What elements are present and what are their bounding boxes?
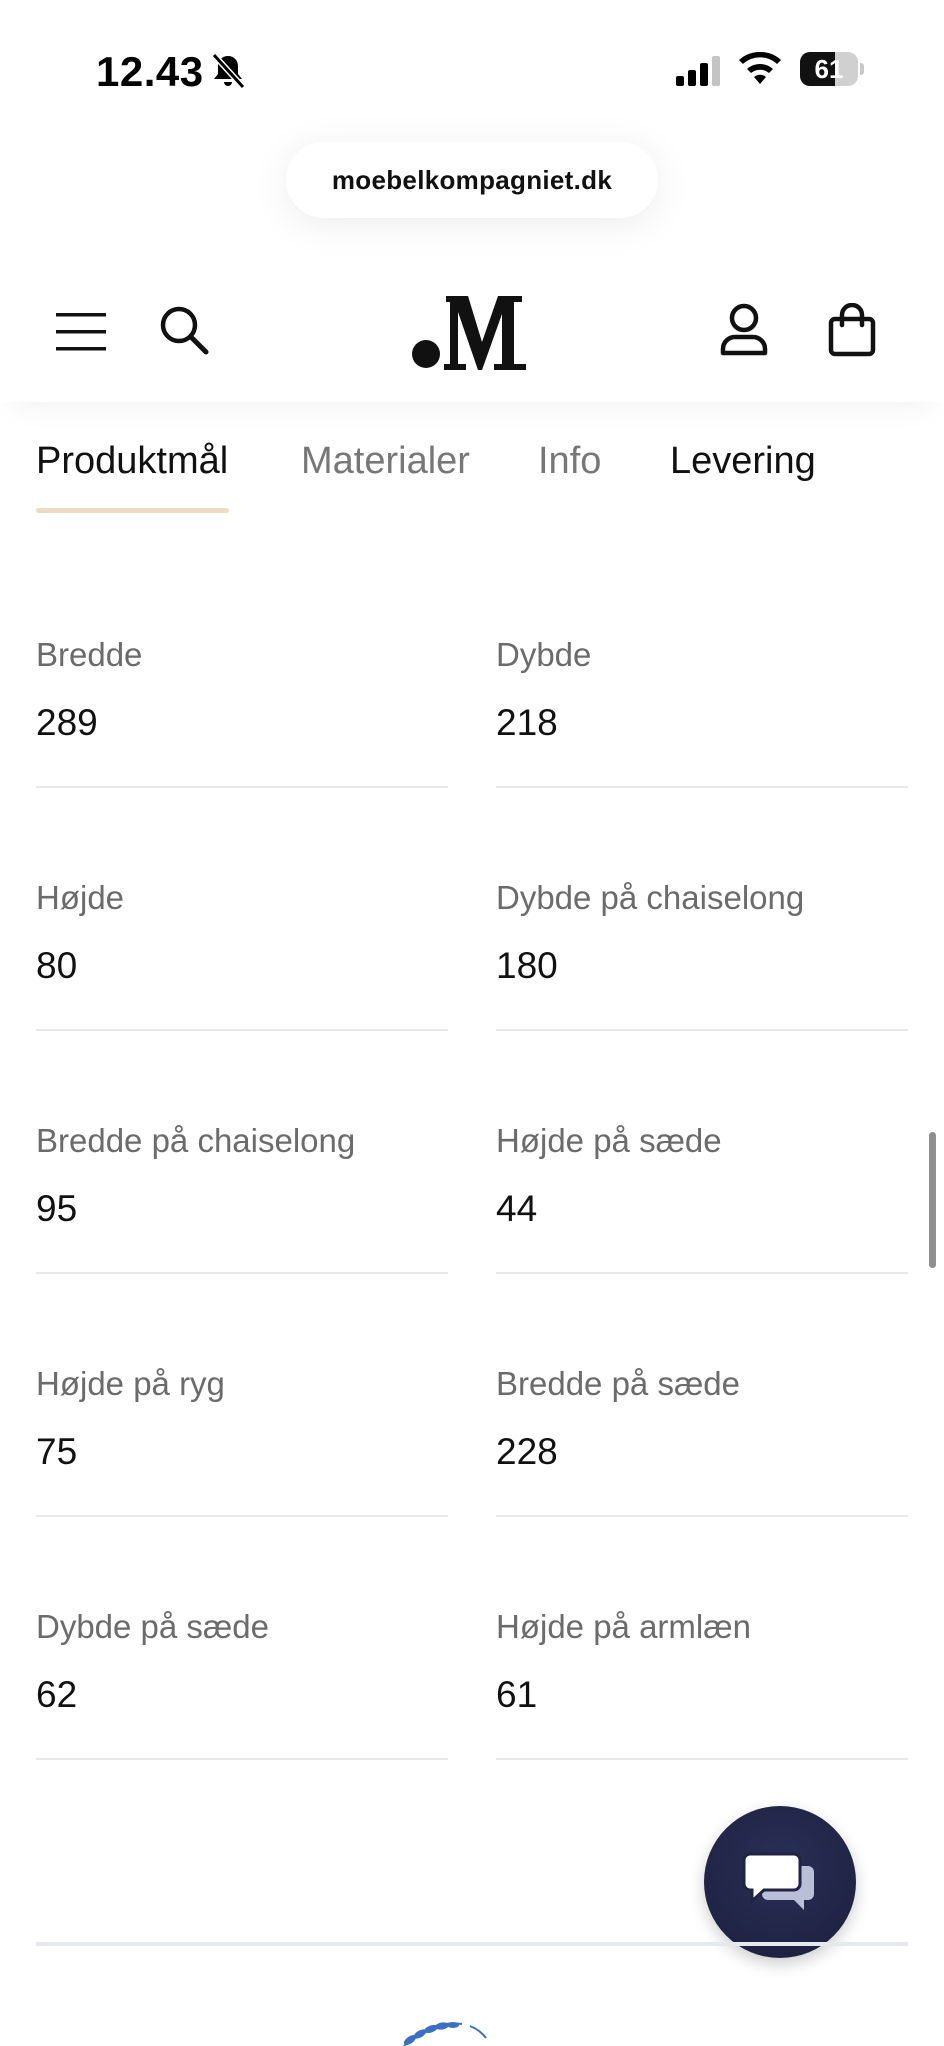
spec-label: Højde på ryg xyxy=(36,1365,225,1402)
chat-bubbles-icon xyxy=(742,1852,814,1910)
spec-value: 62 xyxy=(36,1674,78,1715)
spec-item: Dybde 218 xyxy=(496,620,908,788)
spec-item: Højde på ryg 75 xyxy=(36,1349,448,1517)
address-bar[interactable]: moebelkompagniet.dk xyxy=(286,142,658,218)
spec-value: 180 xyxy=(496,945,558,986)
spec-item: Højde på armlæn 61 xyxy=(496,1592,908,1760)
spec-value: 218 xyxy=(496,702,558,743)
spec-value: 289 xyxy=(36,702,98,743)
status-time: 12.43 xyxy=(96,48,204,95)
spec-value: 228 xyxy=(496,1431,558,1472)
spec-item: Dybde på sæde 62 xyxy=(36,1592,448,1760)
cart-button[interactable] xyxy=(820,298,884,362)
spec-label: Bredde xyxy=(36,636,143,673)
spec-value: 61 xyxy=(496,1674,538,1715)
account-icon xyxy=(720,303,768,356)
spec-row: Højde på ryg 75 Bredde på sæde 228 xyxy=(36,1349,908,1592)
tab-info[interactable]: Info xyxy=(538,440,601,483)
tab-materialer[interactable]: Materialer xyxy=(301,440,470,483)
spec-row: Dybde på sæde 62 Højde på armlæn 61 xyxy=(36,1592,908,1835)
section-divider xyxy=(36,1942,908,1946)
bell-muted-icon xyxy=(211,52,246,90)
site-header xyxy=(0,262,944,402)
spec-value: 80 xyxy=(36,945,78,986)
wifi-icon xyxy=(739,51,781,84)
laurel-badge-icon xyxy=(403,2022,487,2046)
spec-label: Højde xyxy=(36,879,125,916)
search-button[interactable] xyxy=(152,298,216,362)
active-tab-indicator xyxy=(36,508,229,513)
spec-item: Dybde på chaiselong 180 xyxy=(496,863,908,1031)
spec-label: Højde på sæde xyxy=(496,1122,722,1159)
spec-row: Bredde 289 Dybde 218 xyxy=(36,620,908,863)
spec-row: Højde 80 Dybde på chaiselong 180 xyxy=(36,863,908,1106)
logo[interactable] xyxy=(410,284,534,374)
tab-levering[interactable]: Levering xyxy=(670,440,816,483)
spec-item: Højde på sæde 44 xyxy=(496,1106,908,1274)
spec-label: Dybde på sæde xyxy=(36,1608,269,1645)
spec-label: Højde på armlæn xyxy=(496,1608,751,1645)
spec-item: Højde 80 xyxy=(36,863,448,1031)
spec-label: Bredde på chaiselong xyxy=(36,1122,356,1159)
product-dimensions: Bredde 289 Dybde 218 Højde 80 Dybde på c… xyxy=(36,620,908,1835)
tab-produktmal[interactable]: Produktmål xyxy=(36,440,228,483)
spec-item: Bredde på sæde 228 xyxy=(496,1349,908,1517)
spec-value: 75 xyxy=(36,1431,78,1472)
spec-value: 95 xyxy=(36,1188,78,1229)
menu-icon xyxy=(56,313,106,351)
spec-item: Bredde 289 xyxy=(36,620,448,788)
signal-icon xyxy=(676,56,720,86)
product-tabs: Produktmål Materialer Info Levering xyxy=(36,430,916,520)
scrollbar-thumb[interactable] xyxy=(929,1132,936,1268)
battery-level: 61 xyxy=(814,54,844,84)
spec-label: Bredde på sæde xyxy=(496,1365,741,1402)
spec-label: Dybde på chaiselong xyxy=(496,879,805,916)
spec-label: Dybde xyxy=(496,636,592,673)
account-button[interactable] xyxy=(712,298,776,362)
menu-button[interactable] xyxy=(50,300,114,364)
spec-row: Bredde på chaiselong 95 Højde på sæde 44 xyxy=(36,1106,908,1349)
logo-mark xyxy=(412,296,526,370)
chat-button[interactable] xyxy=(704,1806,856,1958)
status-bar: 12.43 61 xyxy=(0,0,944,130)
shopping-bag-icon xyxy=(828,303,876,357)
battery-icon: 61 xyxy=(800,52,864,86)
spec-item: Bredde på chaiselong 95 xyxy=(36,1106,448,1274)
search-icon xyxy=(160,306,209,355)
spec-value: 44 xyxy=(496,1188,538,1229)
